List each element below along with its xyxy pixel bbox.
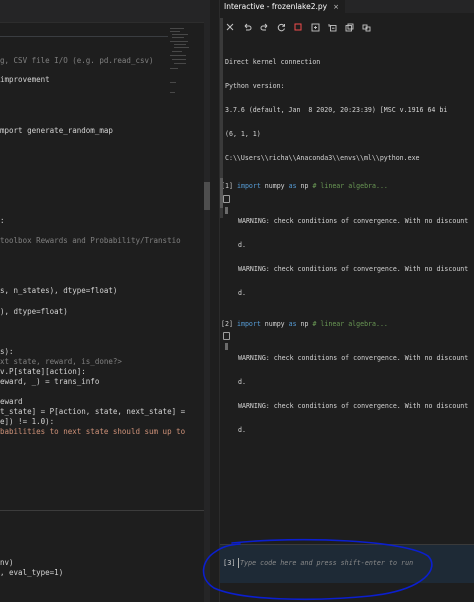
restart-icon[interactable] <box>275 21 287 33</box>
code-input-field[interactable] <box>240 555 472 571</box>
code-line: s, n_states), dtype=float) <box>0 286 118 295</box>
tab-interactive-frozenlake2[interactable]: Interactive - frozenlake2.py × <box>220 0 345 13</box>
interactive-scrollbar[interactable] <box>220 18 223 218</box>
kernel-info-line: 3.7.6 (default, Jan 8 2020, 20:23:39) [M… <box>225 106 448 114</box>
output-line: d. <box>238 378 246 386</box>
code-input-box[interactable]: [3] <box>220 544 474 583</box>
kernel-info-line: Python version: <box>225 82 285 90</box>
cell-number: [2] <box>221 320 233 328</box>
tab-label: Interactive - frozenlake2.py <box>224 2 328 11</box>
keyword: as <box>288 320 297 328</box>
copy-cell-icon[interactable] <box>223 195 230 203</box>
code-line: xt state, reward, is_done?> <box>0 357 122 366</box>
editor-scrollbar[interactable] <box>204 0 210 602</box>
cell-input[interactable]: [2] import numpy as np # linear algebra.… <box>220 320 474 329</box>
variables-icon[interactable] <box>360 21 372 33</box>
output-line: d. <box>238 241 246 249</box>
code-line: eward, _) = trans_info <box>0 377 100 386</box>
code-line: t_state] = P[action, state, next_state] … <box>0 407 186 416</box>
code-line: toolbox Rewards and Probability/Transtio <box>0 236 181 245</box>
collapse-all-icon[interactable] <box>326 21 338 33</box>
interactive-window: Interactive - frozenlake2.py × Direct ke… <box>219 0 474 602</box>
keyword: as <box>288 182 297 190</box>
interactive-toolbar <box>220 18 474 36</box>
code-line: v.P[state][action]: <box>0 367 86 376</box>
editor-minimap[interactable] <box>168 22 192 142</box>
cell-output: WARNING: check conditions of convergence… <box>220 338 474 450</box>
cell-code[interactable]: import numpy as np # linear algebra... <box>237 182 388 191</box>
code-text: numpy <box>260 320 289 328</box>
redo-icon[interactable] <box>258 21 270 33</box>
code-line: g, CSV file I/O (e.g. pd.read_csv) <box>0 56 154 65</box>
code-line: , eval_type=1) <box>0 568 64 577</box>
output-line: d. <box>238 289 246 297</box>
text-cursor <box>238 558 239 568</box>
code-line: improvement <box>0 75 50 84</box>
kernel-info-line: (6, 1, 1) <box>225 130 261 138</box>
code-line: ), dtype=float) <box>0 307 68 316</box>
output-line: WARNING: check conditions of convergence… <box>238 402 469 410</box>
input-cell-number: [3] <box>223 559 236 567</box>
output-collapse-bar[interactable] <box>225 343 228 350</box>
panel-divider <box>0 510 210 511</box>
editor-divider <box>0 36 168 37</box>
code-line: s): <box>0 347 14 356</box>
undo-icon[interactable] <box>241 21 253 33</box>
keyword: import <box>237 320 261 328</box>
kernel-info-line: C:\\Users\\richa\\Anaconda3\\envs\\ml\\p… <box>225 154 420 162</box>
close-icon[interactable] <box>224 21 236 33</box>
output-line: WARNING: check conditions of convergence… <box>238 265 469 273</box>
stop-icon[interactable] <box>292 21 304 33</box>
copy-cell-icon[interactable] <box>223 332 230 340</box>
code-comment: # linear algebra... <box>312 320 388 328</box>
cell-1[interactable]: [1] import numpy as np # linear algebra.… <box>220 182 474 313</box>
cell-output: WARNING: check conditions of convergence… <box>220 201 474 313</box>
cell-code[interactable]: import numpy as np # linear algebra... <box>237 320 388 329</box>
keyword: import <box>237 182 261 190</box>
code-line: babilities to next state should sum up t… <box>0 427 186 436</box>
code-text: np <box>296 320 313 328</box>
cell-number: [1] <box>221 182 233 190</box>
cell-input[interactable]: [1] import numpy as np # linear algebra.… <box>220 182 474 191</box>
code-line: mport generate_random_map <box>0 126 113 135</box>
code-editor[interactable]: g, CSV file I/O (e.g. pd.read_csv) impro… <box>0 0 210 602</box>
interactive-tab-bar: Interactive - frozenlake2.py × <box>220 0 474 13</box>
code-text: np <box>296 182 313 190</box>
export-icon[interactable] <box>343 21 355 33</box>
code-line: nv) <box>0 558 14 567</box>
code-text: numpy <box>260 182 289 190</box>
output-line: WARNING: check conditions of convergence… <box>238 354 469 362</box>
output-line: d. <box>238 426 246 434</box>
tab-close-icon[interactable]: × <box>333 3 339 11</box>
editor-tab-bar <box>0 0 210 23</box>
cell-2[interactable]: [2] import numpy as np # linear algebra.… <box>220 320 474 450</box>
code-line: e]) != 1.0): <box>0 417 55 426</box>
output-collapse-bar[interactable] <box>225 207 228 214</box>
expand-all-icon[interactable] <box>309 21 321 33</box>
kernel-info-line: Direct kernel connection <box>225 58 321 66</box>
code-comment: # linear algebra... <box>312 182 388 190</box>
code-line: : <box>0 216 5 225</box>
kernel-info: Direct kernel connection Python version:… <box>220 36 474 178</box>
code-line: eward <box>0 397 23 406</box>
output-line: WARNING: check conditions of convergence… <box>238 217 469 225</box>
